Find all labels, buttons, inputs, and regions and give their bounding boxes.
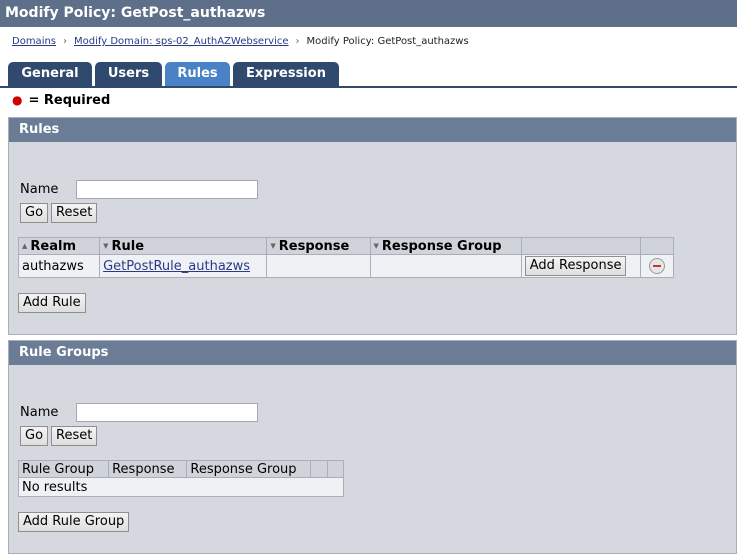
col-action-header [520, 237, 641, 255]
required-note: = Required [28, 93, 111, 108]
sort-asc-icon: ▲ [22, 242, 28, 250]
tab-general[interactable]: General [8, 62, 92, 86]
rule-groups-panel-title: Rule Groups [9, 341, 736, 365]
sort-icon: ▼ [373, 242, 379, 250]
rule-cell: GetPostRule_authazws [99, 254, 268, 278]
col-response-header[interactable]: Response [108, 460, 188, 478]
rule-groups-panel: Rule Groups Name Go Reset Rule Group Res… [8, 340, 737, 554]
response-cell [266, 254, 371, 278]
sort-icon: ▼ [103, 242, 109, 250]
rule-groups-table: Rule Group Response Response Group No re… [17, 460, 345, 497]
add-response-button[interactable]: Add Response [524, 256, 627, 276]
col-remove-header [639, 237, 675, 255]
table-row: No results [18, 477, 344, 497]
action-cell: Add Response [520, 254, 641, 278]
remove-cell [639, 254, 675, 278]
col-spacer-header [310, 460, 328, 478]
sort-icon: ▼ [270, 242, 276, 250]
table-row: authazws GetPostRule_authazws Add Respon… [17, 254, 675, 278]
breadcrumb-domains-link[interactable]: Domains [12, 36, 56, 47]
rule-link[interactable]: GetPostRule_authazws [103, 259, 250, 274]
rules-name-label: Name [20, 182, 59, 197]
required-legend: ● = Required [12, 93, 110, 108]
col-rule-header[interactable]: ▼ Rule [99, 237, 268, 255]
add-rule-group-button[interactable]: Add Rule Group [18, 512, 130, 532]
tab-expression[interactable]: Expression [233, 62, 339, 86]
rules-reset-button[interactable]: Reset [51, 203, 98, 223]
empty-results-cell: No results [18, 477, 344, 497]
rules-table: ▲ Realm ▼ Rule ▼ Response ▼ Response Group a… [17, 237, 675, 278]
response-group-cell [369, 254, 522, 278]
col-rule-group-header[interactable]: Rule Group [17, 460, 110, 478]
col-response-group-header[interactable]: Response Group [186, 460, 312, 478]
breadcrumb-modify-domain-link[interactable]: Modify Domain: sps-02_AuthAZWebservice [74, 36, 289, 47]
tab-underline [0, 86, 737, 88]
col-response-group-header[interactable]: ▼ Response Group [369, 237, 522, 255]
rule-groups-name-label: Name [20, 405, 59, 420]
remove-icon[interactable] [648, 258, 665, 274]
col-response-header[interactable]: ▼ Response [266, 237, 371, 255]
required-dot-icon: ● [12, 93, 23, 107]
rules-panel: Rules Name Go Reset ▲ Realm ▼ Rule ▼ Respon… [8, 117, 737, 335]
rules-go-button[interactable]: Go [20, 203, 49, 223]
realm-cell: authazws [17, 254, 101, 278]
breadcrumb-separator: › [63, 36, 68, 47]
tab-rules[interactable]: Rules [165, 62, 230, 86]
rules-panel-title: Rules [9, 118, 736, 142]
rule-groups-name-input[interactable] [76, 403, 258, 422]
rules-name-input[interactable] [76, 180, 258, 199]
breadcrumb-current: Modify Policy: GetPost_authazws [306, 36, 469, 47]
rule-groups-reset-button[interactable]: Reset [51, 426, 98, 446]
col-spacer-header [326, 460, 345, 478]
tab-users[interactable]: Users [95, 62, 162, 86]
add-rule-button[interactable]: Add Rule [18, 293, 86, 313]
rule-groups-go-button[interactable]: Go [20, 426, 49, 446]
breadcrumb: Domains › Modify Domain: sps-02_AuthAZWebs… [12, 36, 469, 47]
col-realm-header[interactable]: ▲ Realm [17, 237, 101, 255]
page-title: Modify Policy: GetPost_authazws [0, 0, 737, 27]
breadcrumb-separator: › [295, 36, 300, 47]
